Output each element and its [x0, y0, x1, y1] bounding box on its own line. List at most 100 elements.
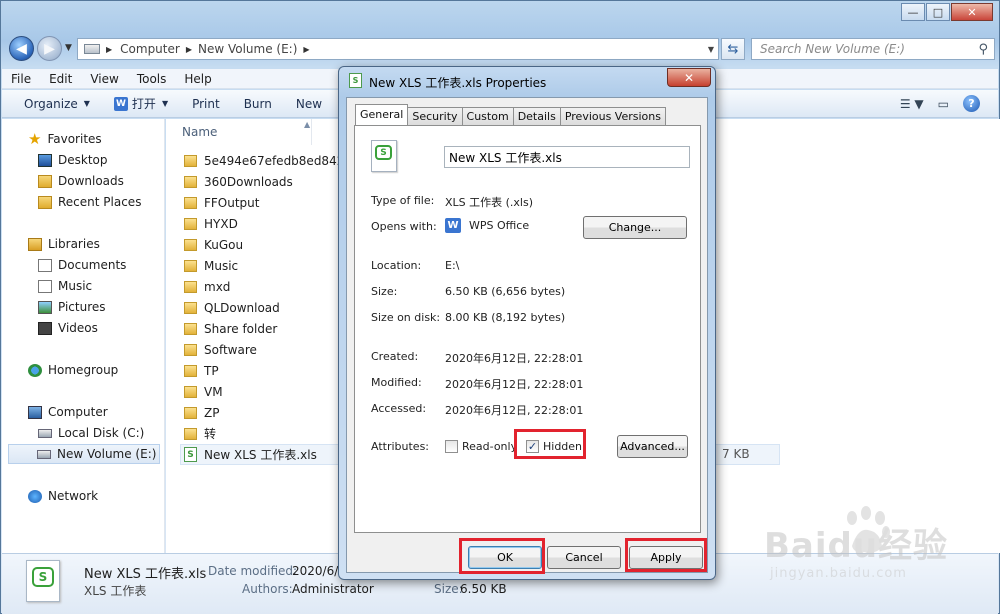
file-name-input[interactable]	[444, 146, 690, 168]
chevron-right-icon[interactable]: ▶	[186, 45, 192, 54]
new-folder-button[interactable]: New	[284, 97, 334, 111]
list-item[interactable]: Share folder	[184, 318, 277, 339]
sidebar-item-downloads[interactable]: Downloads	[38, 171, 124, 191]
breadcrumb-computer[interactable]: Computer	[120, 42, 180, 56]
list-item[interactable]: FFOutput	[184, 192, 260, 213]
file-name: KuGou	[204, 237, 244, 252]
sidebar-label: Downloads	[58, 174, 124, 188]
minimize-button[interactable]: —	[901, 3, 925, 21]
sidebar-item-music[interactable]: Music	[38, 276, 92, 296]
wps-icon: W	[445, 218, 461, 233]
divider	[365, 184, 688, 185]
sidebar-item-documents[interactable]: Documents	[38, 255, 126, 275]
chevron-right-icon[interactable]: ▶	[106, 45, 112, 54]
wps-icon: W	[113, 96, 128, 111]
sidebar-item-pictures[interactable]: Pictures	[38, 297, 106, 317]
back-button[interactable]: ◀	[9, 36, 34, 61]
list-item[interactable]: 360Downloads	[184, 171, 293, 192]
change-button[interactable]: Change...	[583, 216, 687, 239]
sidebar-homegroup[interactable]: Homegroup	[28, 360, 118, 380]
burn-button[interactable]: Burn	[232, 97, 284, 111]
list-item[interactable]: mxd	[184, 276, 230, 297]
forward-button[interactable]: ▶	[37, 36, 62, 61]
list-item[interactable]: TP	[184, 360, 219, 381]
authors-value[interactable]: Administrator	[292, 582, 374, 596]
search-icon[interactable]: ⚲	[978, 40, 988, 60]
advanced-button[interactable]: Advanced...	[617, 435, 688, 458]
sidebar-item-videos[interactable]: Videos	[38, 318, 98, 338]
menu-help[interactable]: Help	[175, 72, 220, 86]
list-item[interactable]: HYXD	[184, 213, 238, 234]
folder-icon	[184, 175, 197, 188]
music-icon	[38, 279, 52, 293]
sidebar-favorites[interactable]: ★ Favorites	[28, 129, 102, 149]
list-item[interactable]: Software	[184, 339, 257, 360]
sidebar-item-desktop[interactable]: Desktop	[38, 150, 108, 170]
column-header-name[interactable]: Name	[182, 125, 217, 139]
command-bar-right: ☰ ▼ ▭ ?	[900, 95, 980, 112]
drive-icon	[37, 449, 51, 459]
menu-file[interactable]: File	[2, 72, 40, 86]
folder-icon	[184, 301, 197, 314]
sidebar-item-local-disk[interactable]: Local Disk (C:)	[38, 423, 144, 443]
folder-icon	[184, 154, 197, 167]
window-close-button[interactable]: ✕	[951, 3, 993, 21]
tab-details[interactable]: Details	[512, 107, 561, 125]
refresh-button[interactable]: ⇆	[721, 38, 745, 60]
sidebar-label: Local Disk (C:)	[58, 426, 145, 440]
xls-file-icon: S	[26, 560, 60, 602]
dialog-close-button[interactable]: ✕	[667, 68, 711, 87]
sidebar-network[interactable]: Network	[28, 486, 98, 506]
sidebar-computer[interactable]: Computer	[28, 402, 108, 422]
maximize-button[interactable]: □	[926, 3, 950, 21]
folder-icon	[184, 259, 197, 272]
list-item[interactable]: 转	[184, 423, 216, 444]
list-item[interactable]: KuGou	[184, 234, 243, 255]
sidebar-label: Computer	[48, 405, 108, 419]
tab-custom[interactable]: Custom	[461, 107, 514, 125]
menu-edit[interactable]: Edit	[40, 72, 81, 86]
chevron-down-icon: ▼	[83, 99, 90, 108]
forward-arrow-icon: ▶	[44, 40, 55, 57]
folder-icon	[184, 343, 197, 356]
open-button[interactable]: W 打开 ▼	[102, 95, 180, 112]
address-bar[interactable]: ▶ Computer ▶ New Volume (E:) ▶ ▼	[77, 38, 719, 60]
chevron-right-icon[interactable]: ▶	[303, 45, 309, 54]
watermark-brand: Baidu经验	[764, 526, 949, 566]
type-of-file-value: XLS 工作表 (.xls)	[445, 196, 534, 209]
menu-tools[interactable]: Tools	[128, 72, 176, 86]
view-options-icon[interactable]: ☰ ▼	[900, 97, 924, 111]
organize-button[interactable]: Organize ▼	[2, 97, 102, 111]
attributes-label: Attributes:	[371, 440, 430, 453]
cancel-button[interactable]: Cancel	[547, 546, 621, 569]
list-item[interactable]: VM	[184, 381, 223, 402]
tab-general[interactable]: General	[355, 104, 409, 125]
search-input[interactable]: Search New Volume (E:) ⚲	[751, 38, 995, 60]
size-on-disk-label: Size on disk:	[371, 311, 441, 324]
breadcrumb-new-volume[interactable]: New Volume (E:)	[198, 42, 297, 56]
list-item[interactable]: QLDownload	[184, 297, 280, 318]
address-dropdown-icon[interactable]: ▼	[708, 45, 714, 54]
sidebar-item-new-volume[interactable]: New Volume (E:)	[8, 444, 160, 464]
menu-view[interactable]: View	[81, 72, 127, 86]
folder-icon	[184, 280, 197, 293]
sidebar-item-recent-places[interactable]: Recent Places	[38, 192, 141, 212]
recent-places-icon	[38, 195, 52, 209]
print-button[interactable]: Print	[180, 97, 232, 111]
xls-file-icon: S	[371, 140, 397, 172]
sort-up-icon: ▲	[304, 120, 311, 129]
tab-security[interactable]: Security	[407, 107, 463, 125]
preview-pane-icon[interactable]: ▭	[938, 97, 949, 111]
sidebar-label: Pictures	[58, 300, 106, 314]
list-item[interactable]: Music	[184, 255, 238, 276]
list-item[interactable]: ZP	[184, 402, 219, 423]
column-divider[interactable]	[311, 119, 312, 145]
folder-icon	[184, 385, 197, 398]
recent-pages-dropdown-icon[interactable]: ▼	[65, 43, 72, 53]
readonly-checkbox[interactable]: Read-only	[445, 440, 517, 453]
file-name: TP	[204, 363, 219, 378]
tab-previous-versions[interactable]: Previous Versions	[559, 107, 666, 125]
help-icon[interactable]: ?	[963, 95, 980, 112]
sidebar-libraries[interactable]: Libraries	[28, 234, 100, 254]
file-name: Music	[204, 258, 239, 273]
